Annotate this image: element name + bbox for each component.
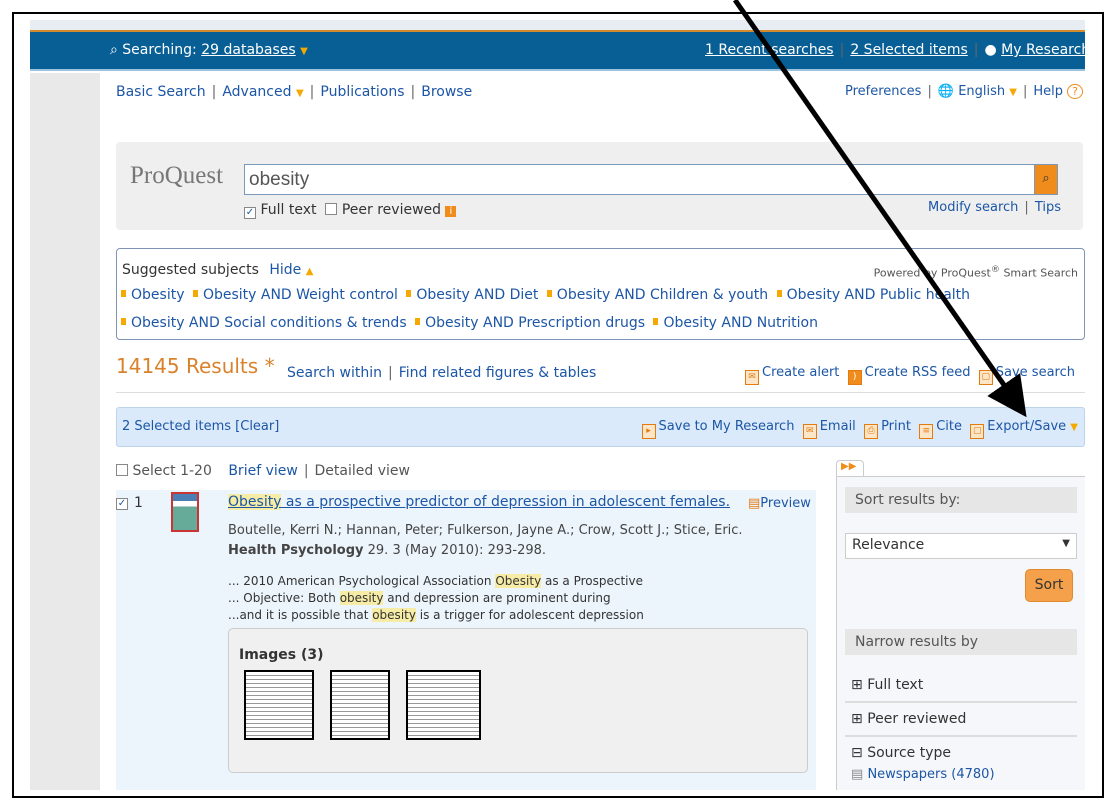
annotation-arrow [732, 0, 1027, 418]
arrow-line [732, 0, 1027, 418]
